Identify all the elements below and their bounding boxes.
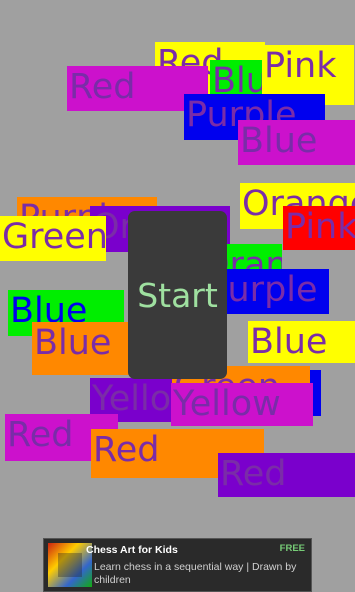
word-tile[interactable]: Red (218, 453, 355, 497)
start-button[interactable]: Start (128, 211, 227, 379)
word-tile[interactable]: Blue (32, 322, 132, 375)
ad-description: Learn chess in a sequential way | Drawn … (94, 561, 297, 586)
ad-free-badge: FREE (279, 543, 305, 554)
ad-title: Chess Art for Kids (86, 544, 178, 556)
word-tile[interactable]: Blue (248, 321, 355, 363)
word-tile[interactable]: Green (0, 216, 106, 261)
ad-banner[interactable]: Chess Art for Kids FREE Learn chess in a… (43, 538, 312, 592)
game-board: RedBluePinkRedPurpleBlueOrangePinkPurple… (0, 0, 355, 592)
word-tile[interactable]: Blue (238, 120, 355, 165)
word-tile[interactable]: Yellow (171, 383, 313, 426)
word-tile[interactable]: Pink (283, 206, 355, 250)
